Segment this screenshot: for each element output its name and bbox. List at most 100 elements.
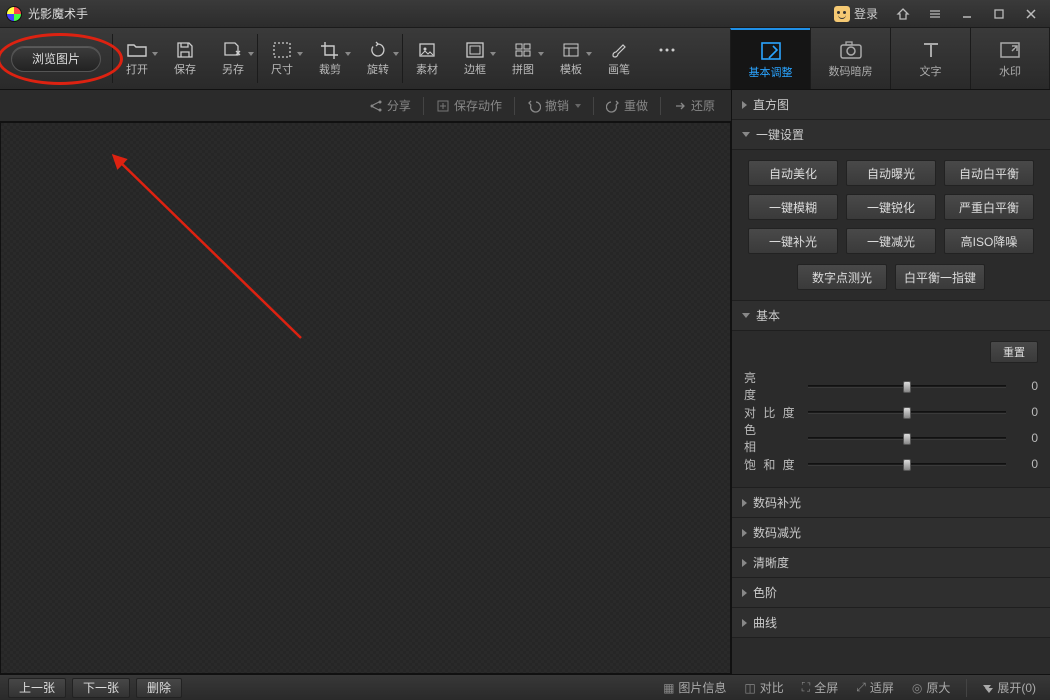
saveas-icon <box>221 40 245 60</box>
onekey-extra-btn-1[interactable]: 白平衡一指键 <box>895 264 985 290</box>
onekey-btn-0[interactable]: 自动美化 <box>748 160 838 186</box>
template-icon <box>559 40 583 60</box>
next-image-button[interactable]: 下一张 <box>72 678 130 698</box>
toolbar-border[interactable]: 边框 <box>451 28 499 89</box>
slider-label: 饱 和 度 <box>744 456 800 473</box>
browse-images-button[interactable]: 浏览图片 <box>11 46 101 72</box>
tab-watermark[interactable]: 水印 <box>970 28 1050 89</box>
onekey-btn-5[interactable]: 严重白平衡 <box>944 194 1034 220</box>
slider-value: 0 <box>1014 457 1038 471</box>
expand-button[interactable]: 展开(0) <box>977 679 1042 696</box>
share-button[interactable]: 分享 <box>361 90 419 122</box>
restore-button[interactable]: 还原 <box>665 90 723 122</box>
slider-row-0: 亮 度0 <box>744 373 1038 399</box>
onekey-btn-1[interactable]: 自动曝光 <box>846 160 936 186</box>
chevron-down-icon <box>742 132 750 137</box>
home-button[interactable] <box>890 4 916 24</box>
undo-button[interactable]: 撤销 <box>519 90 589 122</box>
fit-screen-button[interactable]: ⤢适屏 <box>850 679 900 696</box>
save-action-button[interactable]: 保存动作 <box>428 90 510 122</box>
section-collapsed-0[interactable]: 数码补光 <box>732 488 1050 518</box>
onekey-btn-3[interactable]: 一键模糊 <box>748 194 838 220</box>
browse-region: 浏览图片 <box>0 28 112 89</box>
chevron-right-icon <box>742 619 747 627</box>
maximize-button[interactable] <box>986 4 1012 24</box>
reset-button[interactable]: 重置 <box>990 341 1038 363</box>
info-icon: ▦ <box>663 681 674 695</box>
original-size-button[interactable]: ◎原大 <box>906 679 957 696</box>
tab-darkroom[interactable]: 数码暗房 <box>810 28 890 89</box>
save-icon <box>173 40 197 60</box>
slider-1[interactable] <box>808 405 1006 419</box>
chevron-right-icon <box>742 499 747 507</box>
original-icon: ◎ <box>912 681 922 695</box>
slider-2[interactable] <box>808 431 1006 445</box>
redo-button[interactable]: 重做 <box>598 90 656 122</box>
prev-image-button[interactable]: 上一张 <box>8 678 66 698</box>
section-collapsed-4[interactable]: 曲线 <box>732 608 1050 638</box>
tab-text[interactable]: 文字 <box>890 28 970 89</box>
section-collapsed-2[interactable]: 清晰度 <box>732 548 1050 578</box>
slider-value: 0 <box>1014 405 1038 419</box>
chevron-right-icon <box>742 559 747 567</box>
login-face-icon <box>834 6 850 22</box>
toolbar-saveas[interactable]: 另存 <box>209 28 257 89</box>
toolbar-open[interactable]: 打开 <box>113 28 161 89</box>
onekey-btn-2[interactable]: 自动白平衡 <box>944 160 1034 186</box>
onekey-btn-7[interactable]: 一键减光 <box>846 228 936 254</box>
size-icon <box>270 40 294 60</box>
app-title: 光影魔术手 <box>28 5 88 22</box>
more-icon <box>655 40 679 60</box>
login-label: 登录 <box>854 5 878 22</box>
brush-icon <box>607 40 631 60</box>
border-icon <box>463 40 487 60</box>
onekey-btn-4[interactable]: 一键锐化 <box>846 194 936 220</box>
slider-3[interactable] <box>808 457 1006 471</box>
section-collapsed-1[interactable]: 数码减光 <box>732 518 1050 548</box>
section-collapsed-3[interactable]: 色阶 <box>732 578 1050 608</box>
slider-row-2: 色 相0 <box>744 425 1038 451</box>
toolbar-more[interactable]: ... <box>643 28 691 89</box>
close-button[interactable] <box>1018 4 1044 24</box>
toolbar-size[interactable]: 尺寸 <box>258 28 306 89</box>
delete-button[interactable]: 删除 <box>136 678 182 698</box>
onekey-btn-8[interactable]: 高ISO降噪 <box>944 228 1034 254</box>
toolbar-brush[interactable]: 画笔 <box>595 28 643 89</box>
toolbar-collage[interactable]: 拼图 <box>499 28 547 89</box>
toolbar-save[interactable]: 保存 <box>161 28 209 89</box>
tab-basic-adjust[interactable]: 基本调整 <box>730 28 810 89</box>
menu-button[interactable] <box>922 4 948 24</box>
browse-images-label: 浏览图片 <box>32 50 80 67</box>
section-onekey[interactable]: 一键设置 <box>732 120 1050 150</box>
chevron-right-icon <box>742 589 747 597</box>
toolbar-material[interactable]: 素材 <box>403 28 451 89</box>
slider-row-3: 饱 和 度 0 <box>744 451 1038 477</box>
slider-value: 0 <box>1014 431 1038 445</box>
minimize-button[interactable] <box>954 4 980 24</box>
watermark-icon <box>996 38 1024 62</box>
material-icon <box>415 40 439 60</box>
slider-label: 对 比 度 <box>744 404 800 421</box>
basic-body: 重置 亮 度0对 比 度0色 相0饱 和 度0 <box>732 331 1050 488</box>
canvas[interactable] <box>0 122 731 674</box>
basic-adjust-icon <box>757 39 785 63</box>
section-basic[interactable]: 基本 <box>732 301 1050 331</box>
text-icon <box>917 38 945 62</box>
login-button[interactable]: 登录 <box>828 4 884 24</box>
toolbar-crop[interactable]: 裁剪 <box>306 28 354 89</box>
toolbar-rotate[interactable]: 旋转 <box>354 28 402 89</box>
footer-bar: 上一张 下一张 删除 ▦图片信息 ◫对比 ⛶全屏 ⤢适屏 ◎原大 展开(0) <box>0 674 1050 700</box>
fullscreen-button[interactable]: ⛶全屏 <box>796 679 844 696</box>
onekey-body: 自动美化自动曝光自动白平衡一键模糊一键锐化严重白平衡一键补光一键减光高ISO降噪… <box>732 150 1050 301</box>
section-histogram[interactable]: 直方图 <box>732 90 1050 120</box>
compare-button[interactable]: ◫对比 <box>738 679 789 696</box>
action-bar: 分享 保存动作 撤销 重做 还原 <box>0 90 731 122</box>
slider-0[interactable] <box>808 379 1006 393</box>
right-panel: 直方图 一键设置 自动美化自动曝光自动白平衡一键模糊一键锐化严重白平衡一键补光一… <box>732 90 1050 674</box>
onekey-btn-6[interactable]: 一键补光 <box>748 228 838 254</box>
onekey-extra-btn-0[interactable]: 数字点测光 <box>797 264 887 290</box>
image-info-button[interactable]: ▦图片信息 <box>657 679 732 696</box>
chevron-right-icon <box>742 101 747 109</box>
slider-label: 色 相 <box>744 421 800 455</box>
toolbar-template[interactable]: 模板 <box>547 28 595 89</box>
